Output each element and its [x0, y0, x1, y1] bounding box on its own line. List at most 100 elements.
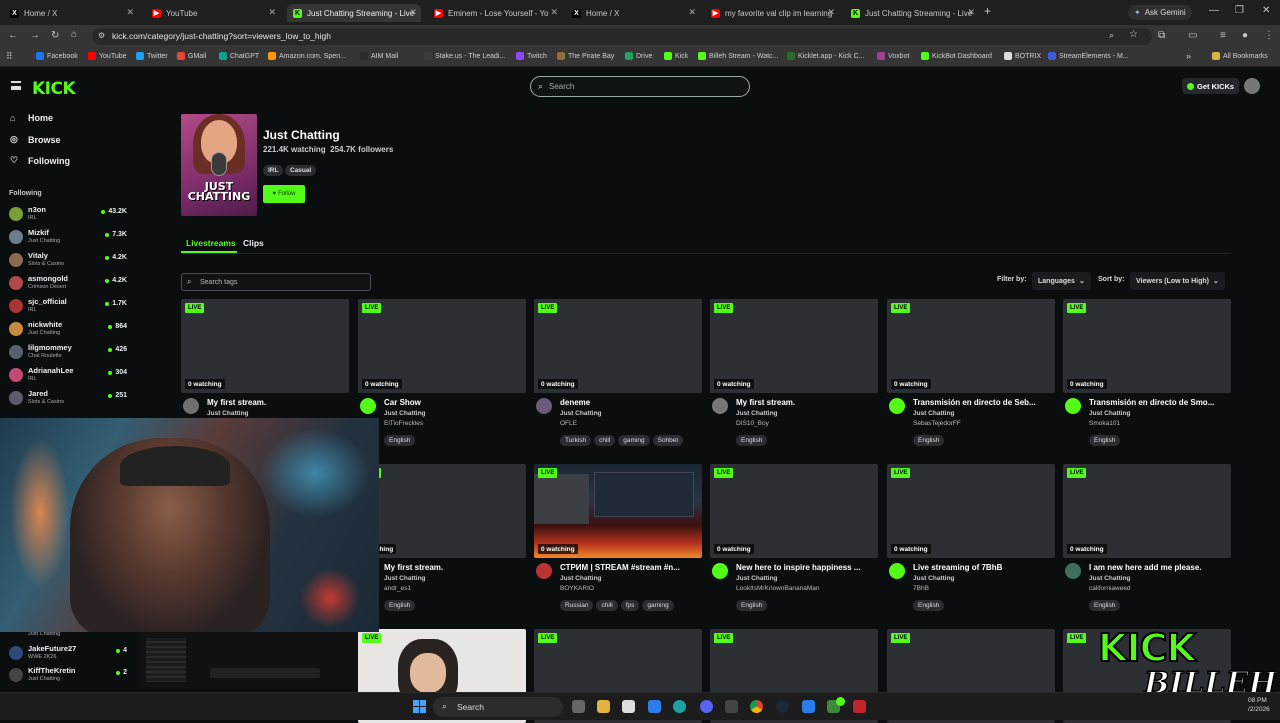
stream-category[interactable]: Just Chatting: [736, 575, 778, 582]
new-tab-button[interactable]: +: [984, 4, 991, 18]
menu-dots-icon[interactable]: ⋮: [1264, 30, 1274, 41]
avatar[interactable]: [712, 563, 728, 579]
stream-thumbnail[interactable]: LIVE 0 watching: [710, 464, 878, 558]
windows-start-icon[interactable]: [413, 700, 426, 713]
sidebar-following-item[interactable]: Jared Slots & Casino 251: [9, 389, 127, 409]
taskbar-search[interactable]: ⌕ Search: [433, 697, 563, 717]
all-bookmarks[interactable]: All Bookmarks: [1212, 52, 1268, 60]
bookmark-item[interactable]: Twitch: [516, 52, 547, 60]
browser-tab[interactable]: K Just Chatting Streaming - Live ✕: [845, 4, 979, 22]
stream-username[interactable]: Smoka101: [1089, 420, 1120, 427]
close-tab-icon[interactable]: ✕: [967, 7, 975, 18]
avatar[interactable]: [360, 398, 376, 414]
avatar[interactable]: [1065, 398, 1081, 414]
file-explorer-icon[interactable]: [597, 700, 610, 713]
stream-category[interactable]: Just Chatting: [1089, 575, 1131, 582]
tab-clips[interactable]: Clips: [243, 238, 264, 248]
stream-thumbnail[interactable]: LIVE 0 watching: [534, 464, 702, 558]
ask-gemini-button[interactable]: ✦ Ask Gemini: [1128, 5, 1192, 20]
stream-title[interactable]: My first stream.: [384, 563, 526, 572]
minimize-button[interactable]: —: [1209, 5, 1219, 16]
kick-logo[interactable]: KICK: [32, 79, 76, 99]
stream-thumbnail[interactable]: LIVE 0 watching: [887, 464, 1055, 558]
stream-category[interactable]: Just Chatting: [736, 410, 778, 417]
bookmark-item[interactable]: StreamElements - M...: [1048, 52, 1129, 60]
bookmarks-overflow-icon[interactable]: »: [1186, 51, 1191, 61]
apps-grid-icon[interactable]: ⠿: [6, 51, 13, 62]
stream-username[interactable]: 7BhB: [913, 585, 929, 592]
mail-icon[interactable]: [648, 700, 661, 713]
media-controls-icon[interactable]: ≡: [1220, 30, 1226, 41]
sort-dropdown[interactable]: Viewers (Low to High) ⌄: [1130, 272, 1225, 290]
stream-category[interactable]: Just Chatting: [1089, 410, 1131, 417]
sidebar-following-item[interactable]: KiffTheKretin Just Chatting 2: [9, 666, 127, 686]
chrome-icon[interactable]: [750, 700, 763, 713]
bookmark-item[interactable]: Twitter: [136, 52, 168, 60]
stream-thumbnail[interactable]: LIVE 0 watching: [1063, 299, 1231, 393]
home-button-icon[interactable]: ⌂: [71, 29, 77, 40]
stream-category[interactable]: Just Chatting: [384, 575, 426, 582]
stream-thumbnail[interactable]: LIVE 0 watching: [710, 299, 878, 393]
excel-icon[interactable]: [725, 700, 738, 713]
sidebar-following-item[interactable]: JakeFuture27 WWE 2K26 4: [9, 644, 127, 664]
close-tab-icon[interactable]: ✕: [827, 7, 835, 18]
browser-tab[interactable]: K Just Chatting Streaming - Live ✕: [287, 4, 421, 22]
avatar[interactable]: [183, 398, 199, 414]
browser-tab[interactable]: ▶ Eminem - Lose Yourself - Yo ✕: [428, 4, 562, 22]
stream-tag[interactable]: Turkish: [560, 435, 592, 446]
stream-username[interactable]: ElTioFreckles: [384, 420, 423, 427]
stream-title[interactable]: My first stream.: [207, 398, 349, 407]
edge-icon[interactable]: [673, 700, 686, 713]
stream-tag[interactable]: gaming: [618, 435, 650, 446]
sidebar-following-item[interactable]: Mizkif Just Chatting 7.3K: [9, 228, 127, 248]
bookmark-item[interactable]: The Pirate Bay: [557, 52, 614, 60]
stream-thumbnail[interactable]: LIVE 0 watching: [358, 299, 526, 393]
game-app-icon[interactable]: [853, 700, 866, 713]
side-panel-icon[interactable]: ▭: [1188, 30, 1197, 41]
bookmark-item[interactable]: AIM Mail: [360, 52, 398, 60]
avatar[interactable]: [1065, 563, 1081, 579]
tab-livestreams[interactable]: Livestreams: [186, 238, 236, 248]
steam-icon[interactable]: [776, 700, 789, 713]
bookmark-item[interactable]: Facebook: [36, 52, 78, 60]
stream-tag[interactable]: English: [1089, 600, 1121, 611]
stream-tag[interactable]: English: [913, 435, 945, 446]
stream-thumbnail[interactable]: LIVE 0 watching: [534, 299, 702, 393]
stream-title[interactable]: deneme: [560, 398, 702, 407]
bookmark-item[interactable]: Amazon.com. Spen...: [268, 52, 346, 60]
maximize-button[interactable]: ❐: [1235, 5, 1244, 16]
stream-category[interactable]: Just Chatting: [207, 410, 249, 417]
close-tab-icon[interactable]: ✕: [409, 7, 417, 18]
bookmark-item[interactable]: Kicklet.app - Kick C...: [787, 52, 865, 60]
stream-title[interactable]: СТРИМ | STREAM #stream #n...: [560, 563, 702, 572]
browser-tab[interactable]: ▶ YouTube ✕: [146, 4, 280, 22]
avatar[interactable]: [1244, 78, 1260, 94]
xbox-icon[interactable]: [836, 697, 845, 706]
category-tag-casual[interactable]: Casual: [285, 165, 317, 176]
avatar[interactable]: [536, 563, 552, 579]
stream-tag[interactable]: English: [1089, 435, 1121, 446]
follow-button[interactable]: ♥ Follow: [263, 185, 305, 203]
close-tab-icon[interactable]: ✕: [126, 7, 134, 18]
stream-title[interactable]: Transmisión en directo de Seb...: [913, 398, 1055, 407]
bookmark-item[interactable]: Drive: [625, 52, 652, 60]
close-window-button[interactable]: ✕: [1262, 5, 1270, 16]
stream-title[interactable]: I am new here add me please.: [1089, 563, 1231, 572]
sidebar-following-item[interactable]: sjc_official IRL 1.7K: [9, 297, 127, 317]
bookmark-item[interactable]: Stake.us - The Leadi...: [424, 52, 505, 60]
stream-title[interactable]: My first stream.: [736, 398, 878, 407]
stream-tag[interactable]: chill: [594, 435, 616, 446]
sidebar-following-item[interactable]: AdrianahLee IRL 304: [9, 366, 127, 386]
monitor-icon[interactable]: [802, 700, 815, 713]
search-tags-input[interactable]: ⌕ Search tags: [181, 273, 371, 291]
stream-tag[interactable]: English: [384, 435, 416, 446]
stream-username[interactable]: californiaweed: [1089, 585, 1131, 592]
stream-tag[interactable]: gaming: [642, 600, 674, 611]
zoom-icon[interactable]: ⌕: [1109, 30, 1114, 41]
bookmark-item[interactable]: Billeh Stream - Watc...: [698, 52, 778, 60]
stream-tag[interactable]: chill: [596, 600, 618, 611]
stream-category[interactable]: Just Chatting: [913, 575, 955, 582]
get-kicks-button[interactable]: Get KICKs: [1182, 78, 1240, 94]
forward-icon[interactable]: →: [30, 30, 40, 41]
close-tab-icon[interactable]: ✕: [550, 7, 558, 18]
